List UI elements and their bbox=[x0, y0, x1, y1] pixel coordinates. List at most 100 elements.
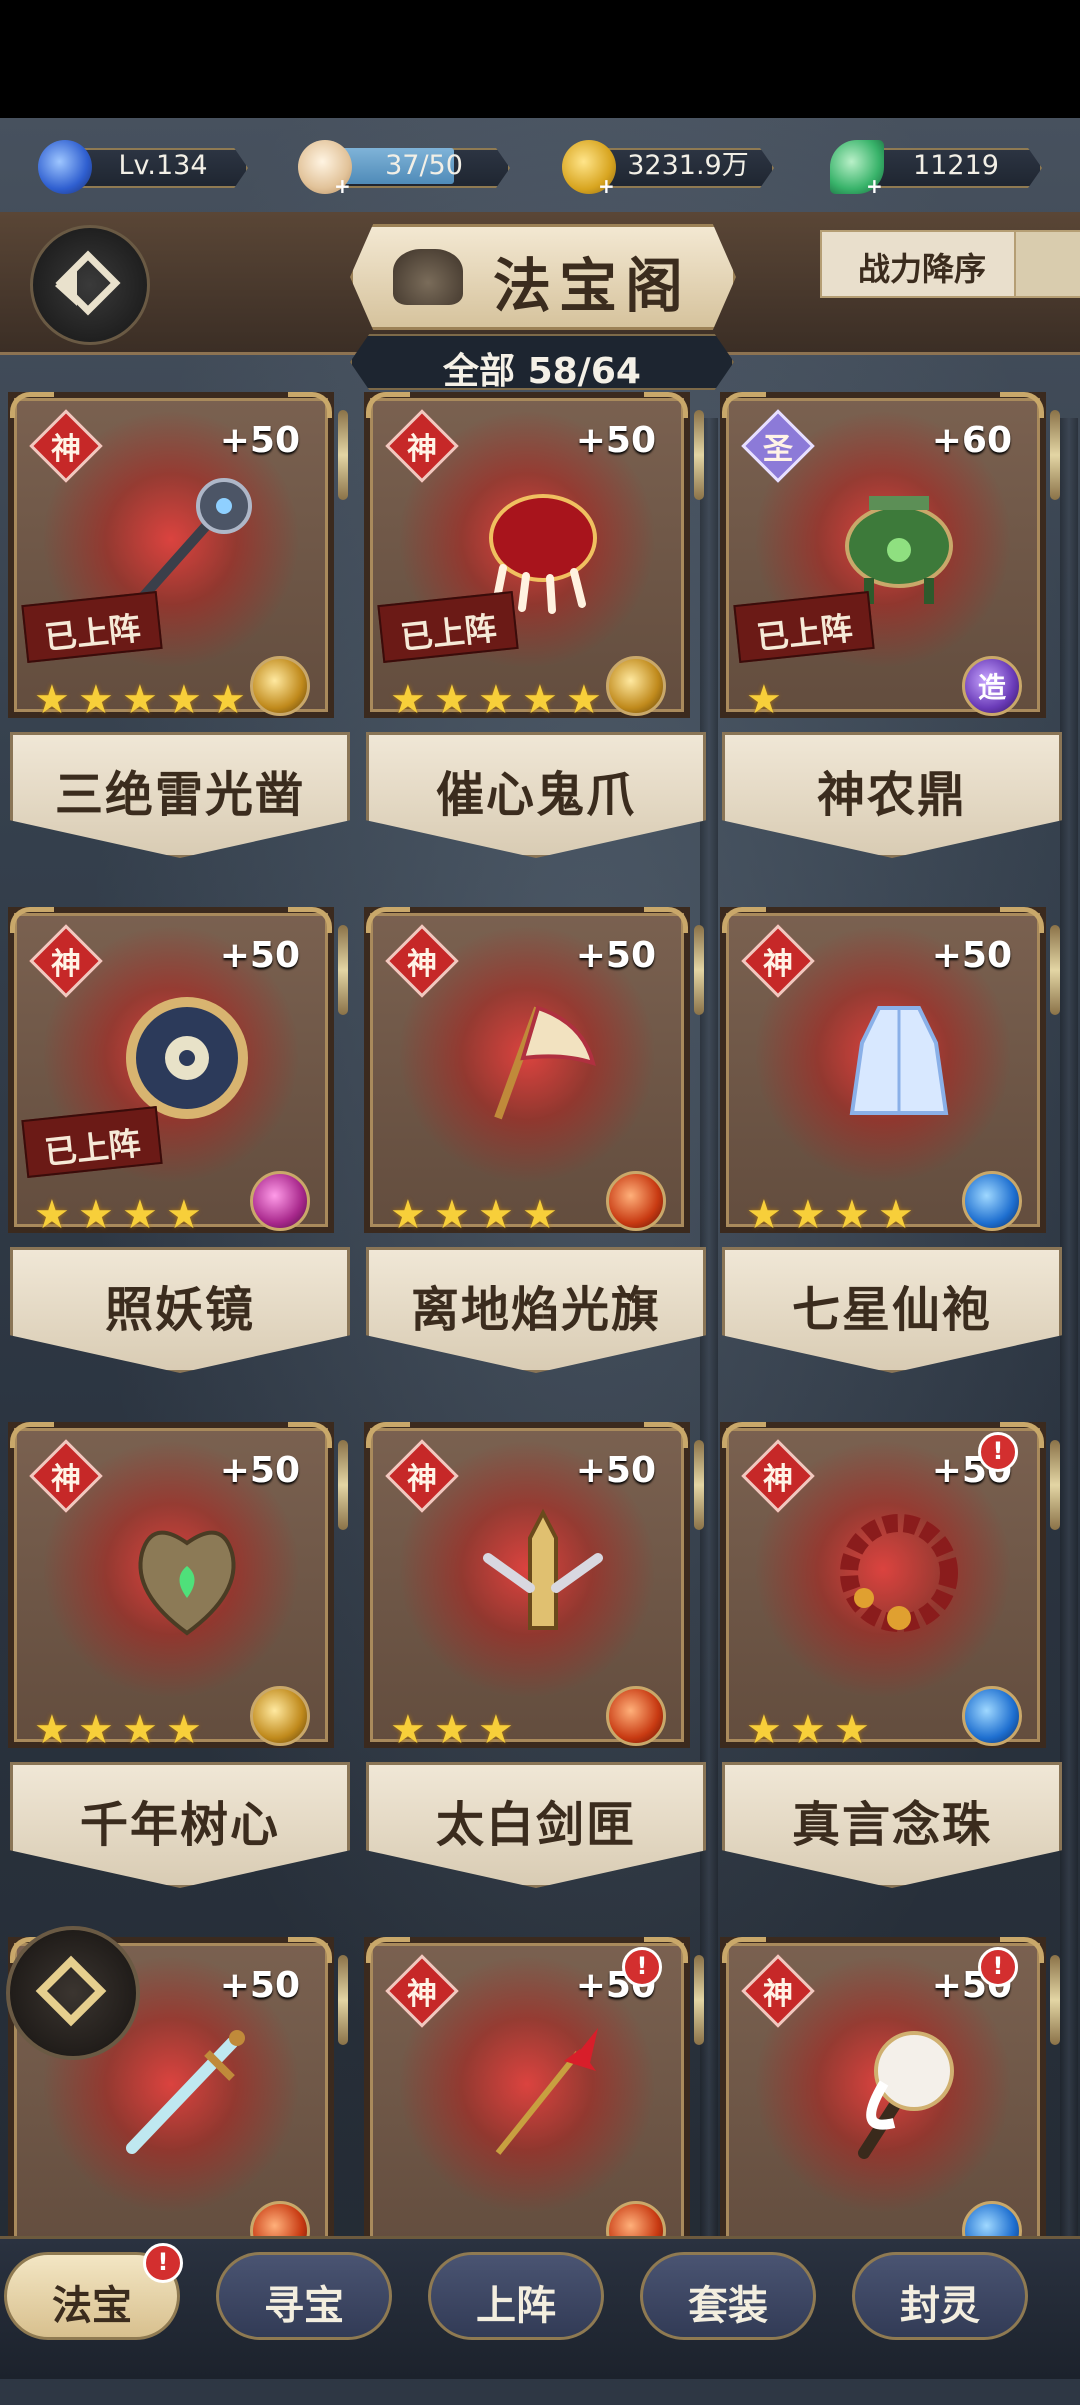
coins-text: 3231.9万 bbox=[627, 150, 749, 181]
treasure-card[interactable]: 神 +50 ★ ★ ★! 真言念珠 bbox=[714, 1420, 1062, 1890]
item-name: 千年树心 bbox=[79, 1797, 280, 1853]
item-frame: 神 +50 已上阵 ★ ★ ★ ★ bbox=[8, 907, 334, 1235]
star-icon: ★ bbox=[166, 1707, 202, 1753]
star-icon: ★ bbox=[790, 1707, 826, 1753]
deployed-tag: 已上阵 bbox=[733, 591, 875, 663]
treasure-card[interactable]: 神 +50 已上阵 ★ ★ ★ ★ ★ 催心鬼爪 bbox=[358, 390, 706, 860]
item-name-plaque: 千年树心 bbox=[10, 1762, 350, 1888]
item-frame: 神 +50! bbox=[364, 1937, 690, 2263]
treasure-card[interactable]: 神 +50 ★ ★ ★ ★ 七星仙袍 bbox=[714, 905, 1062, 1375]
tab-fabao[interactable]: 法宝 ! bbox=[4, 2243, 183, 2340]
star-icon: ★ bbox=[878, 1192, 914, 1238]
alert-badge: ! bbox=[143, 2243, 183, 2283]
star-icon: ★ bbox=[34, 1707, 70, 1753]
element-icon bbox=[250, 1171, 310, 1231]
star-icon: ★ bbox=[790, 1192, 826, 1238]
deployed-label: 已上阵 bbox=[398, 609, 499, 657]
resource-stamina[interactable]: + 37/50 bbox=[298, 140, 510, 198]
item-name: 照妖镜 bbox=[104, 1282, 255, 1338]
tassel-decoration bbox=[1050, 1955, 1060, 2045]
star-icon: ★ bbox=[522, 1192, 558, 1238]
star-icon: ★ bbox=[166, 677, 202, 723]
tab-shangzhen[interactable]: 上阵 bbox=[428, 2252, 604, 2340]
item-name-plaque: 照妖镜 bbox=[10, 1247, 350, 1373]
resource-level[interactable]: Lv.134 bbox=[38, 140, 248, 194]
item-frame: 神 +50 已上阵 ★ ★ ★ ★ ★ bbox=[364, 392, 690, 723]
treasure-card[interactable]: 神 +50 已上阵 ★ ★ ★ ★ ★ 三绝雷光凿 bbox=[2, 390, 350, 860]
treasure-icon bbox=[824, 983, 974, 1133]
treasure-icon bbox=[824, 2013, 974, 2163]
item-name-plaque: 离地焰光旗 bbox=[366, 1247, 706, 1373]
item-name-plaque: 三绝雷光凿 bbox=[10, 732, 350, 858]
grade-label: 神 bbox=[763, 947, 793, 982]
treasure-card[interactable]: 神 +50 ★ ★ ★ ★ 千年树心 bbox=[2, 1420, 350, 1890]
back-button[interactable] bbox=[30, 225, 150, 345]
item-name: 催心鬼爪 bbox=[435, 767, 636, 823]
grade-label: 神 bbox=[51, 432, 81, 467]
star-rating: ★ ★ ★ ★ bbox=[34, 1195, 210, 1235]
sort-button[interactable]: 战力降序 bbox=[820, 230, 1024, 298]
tassel-decoration bbox=[1050, 410, 1060, 500]
star-icon: ★ bbox=[434, 1192, 470, 1238]
enhance-level: +50 bbox=[219, 1965, 300, 2006]
deployed-label: 已上阵 bbox=[42, 1124, 143, 1172]
star-icon: ★ bbox=[166, 1192, 202, 1238]
count-label: 全部 58/64 bbox=[443, 351, 641, 392]
tab-fengling[interactable]: 封灵 bbox=[852, 2252, 1028, 2340]
add-jade-icon[interactable]: + bbox=[866, 174, 883, 198]
add-stamina-icon[interactable]: + bbox=[334, 174, 351, 198]
star-rating: ★ ★ ★ ★ ★ bbox=[34, 680, 254, 720]
item-name: 离地焰光旗 bbox=[410, 1282, 661, 1338]
side-menu-button[interactable] bbox=[6, 1926, 140, 2060]
treasure-icon bbox=[468, 983, 618, 1133]
star-icon: ★ bbox=[78, 1192, 114, 1238]
treasure-card[interactable]: 神 +50 已上阵 ★ ★ ★ ★ 照妖镜 bbox=[2, 905, 350, 1375]
deployed-tag: 已上阵 bbox=[377, 591, 519, 663]
item-name: 三绝雷光凿 bbox=[54, 767, 305, 823]
star-icon: ★ bbox=[746, 1707, 782, 1753]
star-icon: ★ bbox=[434, 677, 470, 723]
enhance-level: +50 bbox=[931, 935, 1012, 976]
item-count[interactable]: 全部 58/64 bbox=[350, 334, 734, 390]
star-icon: ★ bbox=[210, 677, 246, 723]
treasure-card[interactable]: 圣 +60 已上阵 ★ 造神农鼎 bbox=[714, 390, 1062, 860]
item-frame: 神 +50 ★ ★ ★! bbox=[720, 1422, 1046, 1753]
element-icon bbox=[250, 1686, 310, 1746]
enhance-level: +50 bbox=[219, 1450, 300, 1491]
tab-xunbao[interactable]: 寻宝 bbox=[216, 2252, 392, 2340]
add-coins-icon[interactable]: + bbox=[598, 174, 615, 198]
alert-badge: ! bbox=[978, 1432, 1018, 1472]
element-icon bbox=[962, 1686, 1022, 1746]
sort-toggle-icon[interactable] bbox=[1014, 230, 1080, 298]
tassel-decoration bbox=[1050, 1440, 1060, 1530]
star-icon: ★ bbox=[390, 1192, 426, 1238]
treasure-card[interactable]: 神 +50 ★ ★ ★ ★ 离地焰光旗 bbox=[358, 905, 706, 1375]
deployed-label: 已上阵 bbox=[754, 609, 855, 657]
star-icon: ★ bbox=[122, 677, 158, 723]
treasure-card[interactable]: 神 +50 ★ ★ ★ 太白剑匣 bbox=[358, 1420, 706, 1890]
treasure-icon bbox=[112, 2013, 262, 2163]
alert-badge: ! bbox=[622, 1947, 662, 1987]
tassel-decoration bbox=[694, 1440, 704, 1530]
enhance-level: +50 bbox=[219, 420, 300, 461]
jade-text: 11219 bbox=[913, 150, 999, 181]
tab-taozhuang[interactable]: 套装 bbox=[640, 2252, 816, 2340]
tassel-decoration bbox=[694, 410, 704, 500]
tassel-decoration bbox=[338, 925, 348, 1015]
treasure-icon bbox=[824, 1498, 974, 1648]
tab-label: 封灵 bbox=[900, 2282, 980, 2329]
item-name: 神农鼎 bbox=[816, 767, 967, 823]
deployed-tag: 已上阵 bbox=[21, 591, 163, 663]
star-rating: ★ ★ ★ ★ bbox=[746, 1195, 922, 1235]
treasure-icon bbox=[468, 1498, 618, 1648]
item-name: 七星仙袍 bbox=[791, 1282, 992, 1338]
tassel-decoration bbox=[338, 1955, 348, 2045]
star-icon: ★ bbox=[78, 1707, 114, 1753]
item-name: 太白剑匣 bbox=[435, 1797, 636, 1853]
star-icon: ★ bbox=[834, 1707, 870, 1753]
resource-coins[interactable]: + 3231.9万 bbox=[562, 140, 774, 198]
item-name-plaque: 真言念珠 bbox=[722, 1762, 1062, 1888]
resource-jade[interactable]: + 11219 bbox=[830, 140, 1042, 198]
tab-label: 寻宝 bbox=[264, 2282, 344, 2329]
grade-label: 神 bbox=[51, 947, 81, 982]
